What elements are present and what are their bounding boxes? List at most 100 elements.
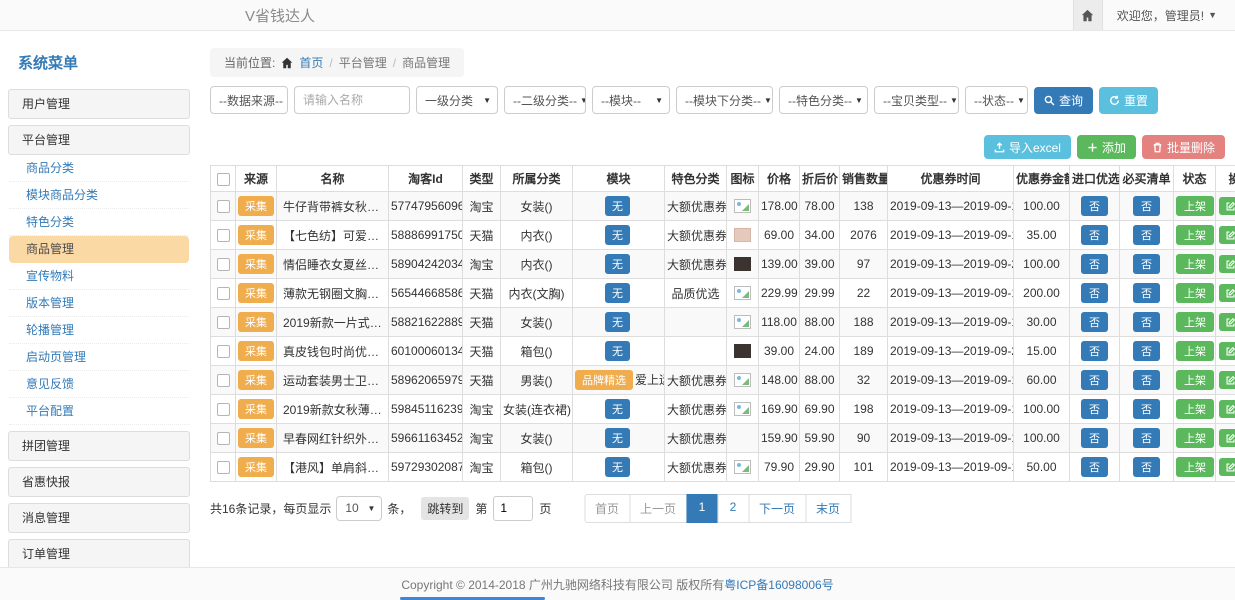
edit-button[interactable] [1219, 342, 1235, 360]
sidebar-item[interactable]: 特色分类 [9, 209, 189, 236]
reset-button[interactable]: 重置 [1099, 87, 1158, 114]
sidebar-item[interactable]: 版本管理 [9, 290, 189, 317]
breadcrumb-home-link[interactable]: 首页 [299, 54, 323, 71]
status-button[interactable]: 上架 [1176, 399, 1214, 419]
column-header: 优惠券时间 [888, 166, 1014, 192]
row-checkbox[interactable] [217, 200, 230, 213]
user-menu[interactable]: 欢迎您，管理员! ▼ [1117, 7, 1217, 24]
row-checkbox[interactable] [217, 403, 230, 416]
edit-button[interactable] [1219, 313, 1235, 331]
filter-category2-select[interactable]: --二级分类--▼ [504, 86, 586, 114]
status-button[interactable]: 上架 [1176, 312, 1214, 332]
must-buy-toggle-button[interactable]: 否 [1133, 225, 1160, 245]
batch-delete-button[interactable]: 批量删除 [1142, 135, 1225, 159]
import-excel-button[interactable]: 导入excel [984, 135, 1071, 159]
pager-button[interactable]: 末页 [805, 494, 851, 523]
cell-feature-category: 大额优惠券 [665, 424, 727, 453]
sidebar-item[interactable]: 模块商品分类 [9, 182, 189, 209]
name-search-input[interactable] [294, 86, 410, 114]
status-button[interactable]: 上架 [1176, 428, 1214, 448]
edit-button[interactable] [1219, 429, 1235, 447]
filter-status-select[interactable]: --状态--▼ [965, 86, 1028, 114]
imported-toggle-button[interactable]: 否 [1081, 341, 1108, 361]
imported-toggle-button[interactable]: 否 [1081, 399, 1108, 419]
edit-button[interactable] [1219, 371, 1235, 389]
sidebar-item[interactable]: 宣传物料 [9, 263, 189, 290]
row-checkbox[interactable] [217, 432, 230, 445]
status-button[interactable]: 上架 [1176, 457, 1214, 477]
per-page-select[interactable]: 10▼ [336, 496, 382, 521]
status-button[interactable]: 上架 [1176, 341, 1214, 361]
imported-toggle-button[interactable]: 否 [1081, 283, 1108, 303]
sidebar-item[interactable]: 消息管理 [8, 503, 190, 533]
search-button[interactable]: 查询 [1034, 87, 1093, 114]
row-checkbox[interactable] [217, 229, 230, 242]
cell-category: 箱包() [501, 453, 573, 482]
sidebar-item[interactable]: 商品分类 [9, 155, 189, 182]
sidebar-item[interactable]: 订单管理 [8, 539, 190, 568]
row-checkbox[interactable] [217, 345, 230, 358]
sidebar-item[interactable]: 拼团管理 [8, 431, 190, 461]
status-button[interactable]: 上架 [1176, 254, 1214, 274]
row-checkbox[interactable] [217, 258, 230, 271]
edit-button[interactable] [1219, 255, 1235, 273]
must-buy-toggle-button[interactable]: 否 [1133, 370, 1160, 390]
sidebar-item[interactable]: 意见反馈 [9, 371, 189, 398]
edit-button[interactable] [1219, 197, 1235, 215]
imported-toggle-button[interactable]: 否 [1081, 457, 1108, 477]
must-buy-toggle-button[interactable]: 否 [1133, 196, 1160, 216]
filter-data-source-select[interactable]: --数据来源--▼ [210, 86, 288, 114]
imported-toggle-button[interactable]: 否 [1081, 196, 1108, 216]
must-buy-toggle-button[interactable]: 否 [1133, 428, 1160, 448]
filter-category1-select[interactable]: 一级分类▼ [416, 86, 498, 114]
filter-item-type-select[interactable]: --宝贝类型--▼ [874, 86, 959, 114]
jump-button[interactable]: 跳转到 [421, 497, 469, 520]
imported-toggle-button[interactable]: 否 [1081, 254, 1108, 274]
must-buy-toggle-button[interactable]: 否 [1133, 457, 1160, 477]
sidebar-item[interactable]: 轮播管理 [9, 317, 189, 344]
filter-module-select[interactable]: --模块--▼ [592, 86, 670, 114]
edit-button[interactable] [1219, 226, 1235, 244]
cell-module: 无 [573, 279, 665, 308]
pager-button[interactable]: 2 [717, 494, 749, 523]
must-buy-toggle-button[interactable]: 否 [1133, 399, 1160, 419]
icp-link[interactable]: 粤ICP备16098006号 [724, 576, 833, 593]
imported-toggle-button[interactable]: 否 [1081, 312, 1108, 332]
sidebar-item[interactable]: 省惠快报 [8, 467, 190, 497]
status-button[interactable]: 上架 [1176, 196, 1214, 216]
row-checkbox[interactable] [217, 287, 230, 300]
cell-coupon-amount: 100.00 [1014, 192, 1070, 221]
jump-page-input[interactable] [493, 496, 533, 521]
filter-module-sub-select[interactable]: --模块下分类--▼ [676, 86, 773, 114]
pager-button[interactable]: 下一页 [748, 494, 806, 523]
must-buy-toggle-button[interactable]: 否 [1133, 254, 1160, 274]
sidebar-item[interactable]: 平台配置 [9, 398, 189, 425]
edit-button[interactable] [1219, 458, 1235, 476]
row-checkbox[interactable] [217, 461, 230, 474]
sidebar-item[interactable]: 用户管理 [8, 89, 190, 119]
pager-button[interactable]: 上一页 [629, 494, 687, 523]
must-buy-toggle-button[interactable]: 否 [1133, 341, 1160, 361]
must-buy-toggle-button[interactable]: 否 [1133, 312, 1160, 332]
row-checkbox[interactable] [217, 316, 230, 329]
edit-button[interactable] [1219, 400, 1235, 418]
status-button[interactable]: 上架 [1176, 370, 1214, 390]
sidebar-item[interactable]: 平台管理 [8, 125, 190, 155]
edit-button[interactable] [1219, 284, 1235, 302]
sidebar-item[interactable]: 启动页管理 [9, 344, 189, 371]
imported-toggle-button[interactable]: 否 [1081, 370, 1108, 390]
pager-button[interactable]: 首页 [584, 494, 630, 523]
imported-toggle-button[interactable]: 否 [1081, 428, 1108, 448]
home-button[interactable] [1073, 0, 1103, 30]
status-button[interactable]: 上架 [1176, 225, 1214, 245]
row-checkbox[interactable] [217, 374, 230, 387]
imported-toggle-button[interactable]: 否 [1081, 225, 1108, 245]
pager-button[interactable]: 1 [686, 494, 718, 523]
sidebar-item[interactable]: 商品管理 [9, 236, 189, 263]
filter-feature-select[interactable]: --特色分类--▼ [779, 86, 868, 114]
select-all-checkbox[interactable] [217, 173, 230, 186]
status-button[interactable]: 上架 [1176, 283, 1214, 303]
must-buy-toggle-button[interactable]: 否 [1133, 283, 1160, 303]
add-button[interactable]: 添加 [1077, 135, 1136, 159]
breadcrumb-level1: 平台管理 [339, 54, 387, 71]
